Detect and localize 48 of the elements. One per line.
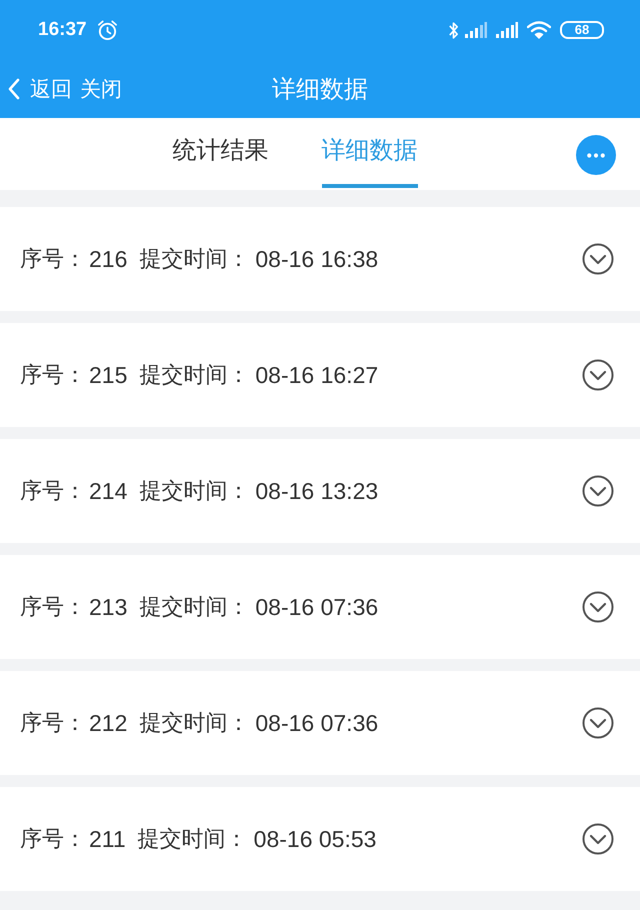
- more-icon: [587, 152, 605, 158]
- serial-number: 215: [89, 362, 128, 388]
- bluetooth-icon: [448, 20, 459, 40]
- submit-time: 08-16 07:36: [255, 594, 378, 620]
- time-label: 提交时间：: [139, 478, 250, 506]
- time-label: 提交时间：: [139, 246, 250, 274]
- record-row[interactable]: 序号：215 提交时间： 08-16 16:27: [0, 323, 640, 427]
- alarm-clock-icon: [96, 20, 118, 40]
- serial-label: 序号：: [20, 246, 86, 274]
- time-label: 提交时间：: [139, 594, 250, 622]
- submit-time: 08-16 16:38: [255, 246, 378, 272]
- serial-number: 212: [89, 710, 128, 736]
- serial-number: 214: [89, 478, 128, 504]
- serial-number: 211: [89, 826, 126, 852]
- tab[interactable]: 统计结果: [172, 118, 268, 188]
- record-row[interactable]: 序号：213 提交时间： 08-16 07:36: [0, 555, 640, 659]
- record-row[interactable]: 序号：214 提交时间： 08-16 13:23: [0, 439, 640, 543]
- chevron-circle-icon[interactable]: [582, 359, 614, 391]
- submit-time: 08-16 07:36: [255, 710, 378, 736]
- serial-label: 序号：: [20, 362, 86, 390]
- status-time: 16:37: [38, 19, 87, 41]
- chevron-circle-icon[interactable]: [582, 475, 614, 507]
- record-row[interactable]: 序号：211 提交时间： 08-16 05:53: [0, 787, 640, 891]
- page-title: 详细数据: [272, 74, 368, 105]
- back-icon: [8, 78, 20, 100]
- more-button[interactable]: [576, 135, 616, 175]
- chevron-circle-icon[interactable]: [582, 591, 614, 623]
- serial-label: 序号：: [20, 478, 86, 506]
- serial-number: 216: [89, 246, 128, 272]
- chevron-circle-icon[interactable]: [582, 243, 614, 275]
- chevron-circle-icon[interactable]: [582, 823, 614, 855]
- signal-icon: [465, 22, 487, 38]
- submit-time: 08-16 05:53: [254, 826, 376, 852]
- serial-label: 序号：: [20, 826, 86, 854]
- wifi-icon: [527, 21, 551, 39]
- time-label: 提交时间：: [138, 826, 248, 854]
- record-row[interactable]: 序号：212 提交时间： 08-16 07:36: [0, 671, 640, 775]
- chevron-circle-icon[interactable]: [582, 707, 614, 739]
- serial-label: 序号：: [20, 594, 86, 622]
- submit-time: 08-16 16:27: [255, 362, 378, 388]
- record-row[interactable]: 序号：216 提交时间： 08-16 16:38: [0, 207, 640, 311]
- time-label: 提交时间：: [139, 710, 250, 738]
- time-label: 提交时间：: [139, 362, 250, 390]
- battery-indicator: 68: [560, 21, 604, 39]
- serial-label: 序号：: [20, 710, 86, 738]
- signal-icon: [496, 22, 518, 38]
- submit-time: 08-16 13:23: [255, 478, 378, 504]
- serial-number: 213: [89, 594, 128, 620]
